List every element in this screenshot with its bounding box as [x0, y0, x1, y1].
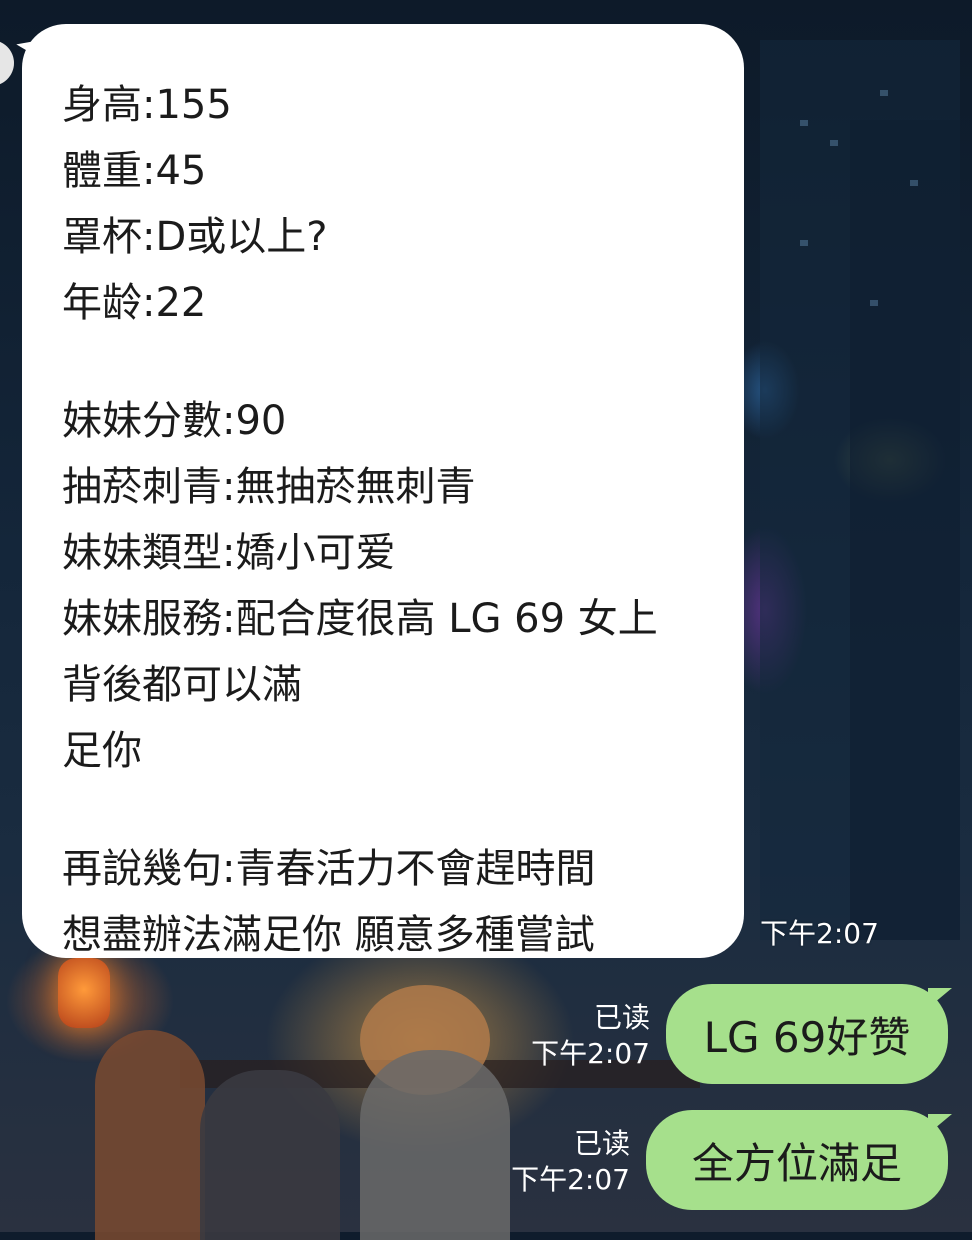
background-window: [800, 240, 808, 246]
message-text: LG 69好赞: [703, 1012, 911, 1062]
background-window: [830, 140, 838, 146]
lantern-illustration: [58, 958, 110, 1028]
incoming-message-time: 下午2:07: [760, 917, 879, 950]
background-window: [800, 120, 808, 126]
read-receipt: 已读: [573, 1127, 630, 1160]
message-text: 全方位滿足: [691, 1138, 902, 1188]
message-line: 想盡辦法滿足你 願意多種嘗試: [62, 912, 595, 958]
background-window: [910, 180, 918, 186]
message-line: 妹妹分數:90: [62, 398, 287, 444]
background-window: [870, 300, 878, 306]
outgoing-message-bubble[interactable]: LG 69好赞: [666, 984, 952, 1084]
message-line: 身高:155: [62, 82, 232, 128]
read-receipt: 已读: [593, 1001, 650, 1034]
incoming-message-bubble[interactable]: 身高:155 體重:45 罩杯:D或以上? 年龄:22 妹妹分數:90 抽菸刺青…: [22, 24, 744, 958]
message-line: 體重:45: [62, 148, 207, 194]
character-illustration: [95, 1030, 205, 1240]
message-line: 足你: [62, 728, 142, 774]
message-time: 下午2:07: [511, 1163, 630, 1196]
bunny-illustration: [200, 1070, 340, 1240]
bubble-tail: [928, 1114, 952, 1134]
outgoing-message-bubble[interactable]: 全方位滿足: [646, 1110, 952, 1210]
message-line: 抽菸刺青:無抽菸無刺青: [62, 464, 476, 510]
message-line: 背後都可以滿: [62, 662, 302, 708]
message-line: 罩杯:D或以上?: [62, 214, 328, 260]
background-window: [880, 90, 888, 96]
message-line: 年龄:22: [62, 280, 207, 326]
message-time: 下午2:07: [531, 1037, 650, 1070]
message-line: 再說幾句:青春活力不會趕時間: [62, 846, 596, 892]
message-line: 妹妹類型:嬌小可爱: [62, 530, 396, 576]
message-status: 已读 下午2:07: [500, 1126, 630, 1198]
character-illustration: [360, 1050, 510, 1240]
message-line: 妹妹服務:配合度很高 LG 69 女上: [62, 596, 658, 642]
bubble-tail: [928, 988, 952, 1008]
message-status: 已读 下午2:07: [520, 1000, 650, 1072]
background-building: [850, 120, 960, 940]
